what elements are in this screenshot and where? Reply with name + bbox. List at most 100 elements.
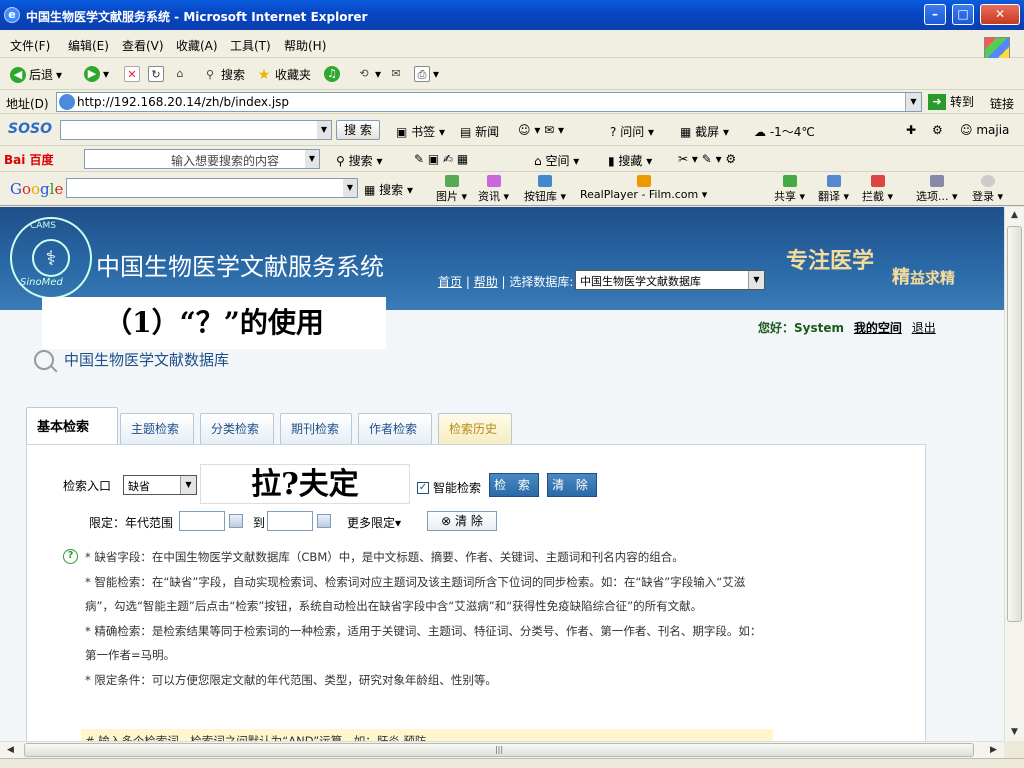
logout-link[interactable]: 退出 bbox=[912, 321, 936, 335]
back-button[interactable]: ◀ 后退 ▾ bbox=[10, 66, 62, 83]
soso-settings-icon[interactable]: ⚙ bbox=[932, 123, 943, 137]
soso-screenshot[interactable]: ▦ 截屏 ▾ bbox=[680, 123, 729, 140]
smart-search-checkbox[interactable]: ✓ 智能检索 bbox=[417, 479, 481, 496]
soso-bookmarks[interactable]: ▣ 书签 ▾ bbox=[396, 123, 445, 140]
links-button[interactable]: 链接 bbox=[990, 95, 1014, 112]
home-button[interactable]: ⌂ bbox=[172, 66, 188, 82]
entry-dropdown-icon[interactable]: ▼ bbox=[180, 476, 196, 494]
forward-button[interactable]: ▶ ▾ bbox=[84, 66, 109, 82]
google-button-gallery-label: 按钮库 bbox=[524, 190, 557, 203]
google-dropdown-icon[interactable]: ▼ bbox=[343, 179, 357, 197]
year-to-input[interactable] bbox=[267, 511, 313, 531]
soso-ask[interactable]: ? 问问 ▾ bbox=[610, 123, 654, 140]
help-link[interactable]: 帮助 bbox=[474, 275, 498, 289]
print-button[interactable]: ⎙ ▾ bbox=[414, 66, 439, 82]
calendar-from-icon[interactable] bbox=[229, 514, 243, 528]
soso-search-input[interactable]: ▼ bbox=[60, 120, 332, 140]
baidu-more-icons[interactable]: ✂ ▾ ✎ ▾ ⚙ bbox=[678, 152, 736, 166]
go-label: 转到 bbox=[950, 95, 975, 109]
close-button[interactable]: ✕ bbox=[980, 4, 1020, 25]
baidu-tool-icons[interactable]: ✎ ▣ ✍ ▦ bbox=[414, 152, 468, 166]
tab-search-history[interactable]: 检索历史 bbox=[438, 413, 512, 445]
tab-author-search[interactable]: 作者检索 bbox=[358, 413, 432, 445]
scroll-up-arrow-icon[interactable]: ▲ bbox=[1006, 207, 1023, 224]
baidu-search-input[interactable]: 输入想要搜索的内容 ▼ bbox=[84, 149, 320, 169]
google-images[interactable]: 图片 ▾ bbox=[436, 175, 467, 204]
address-field[interactable]: http://192.168.20.14/zh/b/index.jsp ▼ bbox=[56, 92, 922, 112]
clear-query-button[interactable]: 清 除 bbox=[547, 473, 597, 497]
google-button-gallery[interactable]: 按钮库 ▾ bbox=[524, 175, 566, 204]
clear-limits-button[interactable]: ⊗ 清 除 bbox=[427, 511, 497, 531]
horizontal-scroll-thumb[interactable]: ||| bbox=[24, 743, 974, 757]
search-button[interactable]: ⚲ 搜索 bbox=[202, 66, 245, 83]
translate-icon bbox=[826, 175, 841, 187]
year-from-input[interactable] bbox=[179, 511, 225, 531]
baidu-collect[interactable]: ▮ 搜藏 ▾ bbox=[608, 152, 652, 169]
google-news[interactable]: 资讯 ▾ bbox=[478, 175, 509, 204]
vertical-scrollbar[interactable]: ▲ ▼ bbox=[1004, 207, 1024, 741]
vertical-scroll-thumb[interactable] bbox=[1007, 226, 1022, 622]
home-icon: ⌂ bbox=[176, 67, 184, 80]
soso-weather[interactable]: ☁ -1～4℃ bbox=[754, 123, 815, 140]
soso-user[interactable]: ☺ majia bbox=[960, 123, 1009, 137]
search-icon: ⚲ bbox=[205, 67, 215, 81]
scroll-left-arrow-icon[interactable]: ◀ bbox=[2, 742, 19, 758]
scroll-right-arrow-icon[interactable]: ▶ bbox=[985, 742, 1002, 758]
entry-field-select[interactable]: 缺省 ▼ bbox=[123, 475, 197, 495]
menu-file[interactable]: 文件(F) bbox=[10, 37, 50, 54]
stop-button[interactable]: ✕ bbox=[124, 66, 140, 82]
google-realplayer[interactable]: RealPlayer - Film.com ▾ bbox=[580, 175, 707, 201]
menu-view[interactable]: 查看(V) bbox=[122, 37, 164, 54]
database-dropdown-icon[interactable]: ▼ bbox=[748, 271, 764, 289]
google-search-input[interactable]: ▼ bbox=[66, 178, 358, 198]
logo-bottom-text: SinoMed bbox=[20, 277, 63, 288]
baidu-space[interactable]: ⌂ 空间 ▾ bbox=[534, 152, 579, 169]
more-limits-link[interactable]: 更多限定▾ bbox=[347, 514, 401, 531]
search-query-input[interactable]: 拉?夫定 bbox=[200, 464, 410, 504]
tab-basic-search[interactable]: 基本检索 bbox=[26, 407, 118, 445]
database-select[interactable]: 中国生物医学文献数据库 ▼ bbox=[575, 270, 765, 290]
soso-extra-plus-icon[interactable]: ✚ bbox=[906, 123, 916, 137]
go-button[interactable]: ➜ 转到 bbox=[928, 93, 974, 110]
google-search-button[interactable]: ▦ 搜索 ▾ bbox=[364, 181, 413, 198]
home-link[interactable]: 首页 bbox=[438, 275, 462, 289]
soso-news[interactable]: ▤ 新闻 bbox=[460, 123, 499, 140]
refresh-button[interactable]: ↻ bbox=[148, 66, 164, 82]
soso-extra-icons[interactable]: ☺ ▾ ✉ ▾ bbox=[518, 123, 564, 137]
google-popup-blocker[interactable]: 拦截 ▾ bbox=[862, 175, 893, 204]
menu-help[interactable]: 帮助(H) bbox=[284, 37, 326, 54]
tab-classification-search[interactable]: 分类检索 bbox=[200, 413, 274, 445]
search-submit-button[interactable]: 检 索 bbox=[489, 473, 539, 497]
multi-term-note: # 输入多个检索词，检索词之间默认为“AND”运算。如：肝炎 预防。 bbox=[81, 729, 773, 741]
menu-edit[interactable]: 编辑(E) bbox=[68, 37, 109, 54]
menu-tools[interactable]: 工具(T) bbox=[230, 37, 271, 54]
baidu-search-button[interactable]: ⚲ 搜索 ▾ bbox=[336, 152, 382, 169]
tab-journal-search[interactable]: 期刊检索 bbox=[280, 413, 352, 445]
soso-search-button[interactable]: 搜 索 bbox=[336, 120, 380, 140]
google-images-label: 图片 bbox=[436, 190, 458, 203]
soso-dropdown-icon[interactable]: ▼ bbox=[317, 121, 331, 139]
google-translate[interactable]: 翻译 ▾ bbox=[818, 175, 849, 204]
google-options[interactable]: 选项... ▾ bbox=[916, 175, 958, 204]
caduceus-icon: ⚕ bbox=[32, 239, 70, 277]
maximize-button[interactable]: □ bbox=[952, 4, 974, 25]
scroll-down-arrow-icon[interactable]: ▼ bbox=[1006, 724, 1023, 741]
my-space-link[interactable]: 我的空间 bbox=[854, 321, 902, 335]
menu-favorites[interactable]: 收藏(A) bbox=[176, 37, 218, 54]
google-signin[interactable]: 登录 ▾ bbox=[972, 175, 1003, 204]
google-share[interactable]: 共享 ▾ bbox=[774, 175, 805, 204]
media-button[interactable]: ♫ bbox=[324, 66, 340, 82]
mail-button[interactable]: ✉ bbox=[388, 66, 404, 82]
google-toolbar: Google ▼ ▦ 搜索 ▾ 图片 ▾ 资讯 ▾ 按钮库 ▾ RealPlay… bbox=[0, 172, 1024, 206]
windows-logo-icon bbox=[984, 37, 1010, 59]
baidu-dropdown-icon[interactable]: ▼ bbox=[305, 150, 319, 168]
horizontal-scrollbar[interactable]: ◀ ||| ▶ bbox=[0, 741, 1004, 758]
favorites-button[interactable]: ★ 收藏夹 bbox=[256, 66, 311, 83]
minimize-button[interactable]: – bbox=[924, 4, 946, 25]
address-dropdown-icon[interactable]: ▼ bbox=[905, 93, 921, 111]
entry-label: 检索入口 bbox=[63, 479, 112, 493]
history-button[interactable]: ⟲ ▾ bbox=[356, 66, 381, 82]
magnifier-icon bbox=[34, 349, 54, 370]
tab-subject-search[interactable]: 主题检索 bbox=[120, 413, 194, 445]
calendar-to-icon[interactable] bbox=[317, 514, 331, 528]
